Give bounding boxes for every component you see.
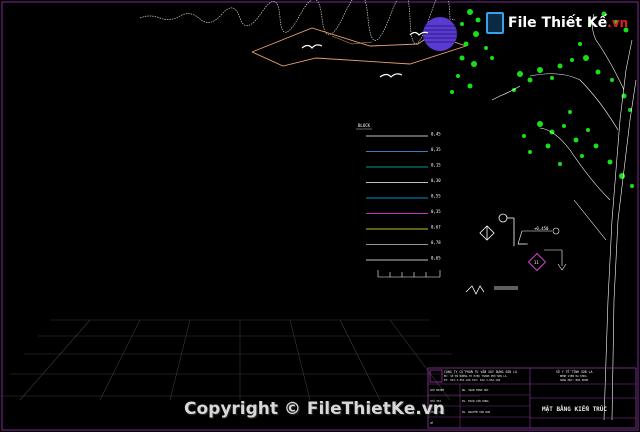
north-arrow-icon [498, 213, 515, 246]
legend-value: 0,35 [431, 209, 441, 214]
lineweight-legend: BLOCK 0,45 0,35 0,15 0,30 0,55 0,35 0,67 0,78 0,… [356, 123, 441, 278]
elevation-label: +0,450 [534, 226, 549, 231]
role-label: VẼ [430, 420, 434, 425]
logo-name: File Thiết Kế [508, 15, 608, 31]
logo-tld: .vn [607, 16, 629, 30]
drawing-frame [1, 1, 639, 431]
legend-value: 0,30 [431, 178, 441, 183]
person-name: KS. ĐOÀN VĂN HÙNG [462, 398, 489, 403]
client-line: SỞ Y TẾ TỈNH SƠN LA [556, 369, 593, 374]
role-label: CHỦ NHIỆM [430, 387, 444, 392]
level-marker-icon: 11 [527, 249, 567, 272]
legend-header: BLOCK [358, 123, 371, 128]
site-logo[interactable]: File Thiết Kế.vn [486, 12, 628, 34]
cad-drawing-canvas[interactable]: BLOCK 0,45 0,35 0,15 0,30 0,55 0,35 0,67 0,78 0,… [0, 0, 640, 432]
ground-grid [0, 319, 480, 401]
break-line-icon [465, 285, 518, 295]
marker-number: 11 [534, 260, 539, 265]
tree-foliage [450, 9, 634, 188]
legend-value: 0,45 [431, 132, 441, 137]
drawing-title: MẶT BẰNG KIẾN TRÚC [542, 405, 607, 413]
elevation-marker: +0,450 [517, 226, 560, 245]
person-name: KS. NGUYỄN VĂN NAM [462, 409, 491, 414]
copyright-watermark: Copyright © FileThietKe.vn [184, 399, 445, 419]
company-line: ĐT: 022.3.852.166 FAX: 022.3.852.166 [444, 378, 501, 382]
moon-icon [423, 17, 457, 51]
ridge-line [139, 0, 456, 44]
title-block: CÔNG TY CỔ PHẦN TƯ VẤN XÂY DỰNG SƠN LA Đ… [427, 367, 637, 429]
file-icon [486, 12, 504, 34]
company-line: CÔNG TY CỔ PHẦN TƯ VẤN XÂY DỰNG SƠN LA [444, 369, 517, 374]
legend-value: 0,78 [431, 240, 441, 245]
legend-scale [377, 270, 441, 278]
person-name: NG. TRẦN MINH HẢI [462, 387, 489, 392]
tree-branches [491, 13, 637, 421]
legend-value: 0,55 [431, 194, 441, 199]
section-marker-icon [479, 225, 495, 241]
legend-value: 0,67 [431, 225, 441, 230]
legend-value: 0,65 [431, 256, 441, 261]
legend-value: 0,15 [431, 163, 441, 168]
bird-icon [301, 31, 429, 78]
legend-value: 0,35 [431, 147, 441, 152]
